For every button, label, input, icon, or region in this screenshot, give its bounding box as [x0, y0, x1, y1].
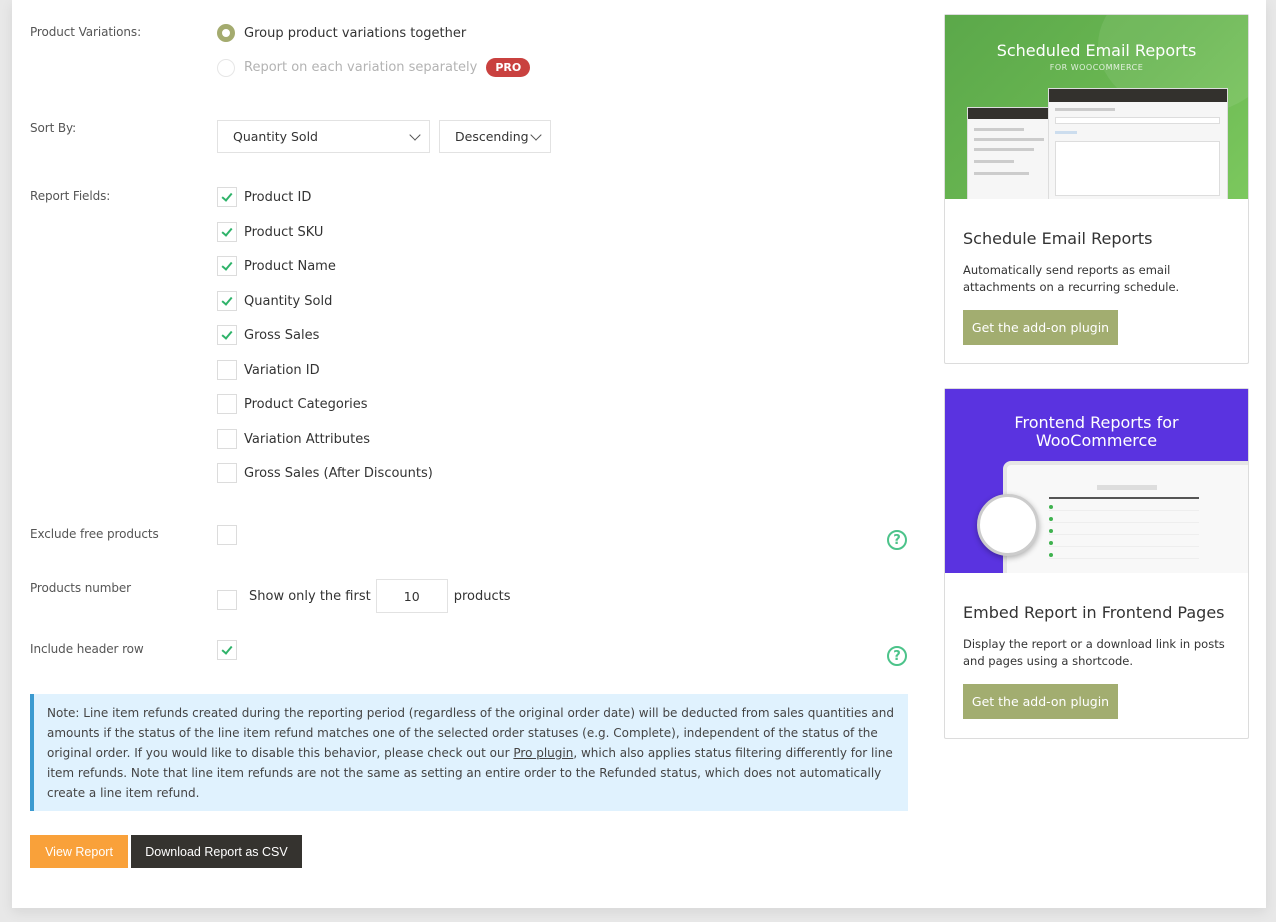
promo-image-title: Scheduled Email Reports	[996, 41, 1197, 60]
exclude-free-checkbox[interactable]	[217, 525, 237, 545]
card-description: Display the report or a download link in…	[963, 637, 1225, 668]
report-field-checkbox[interactable]	[217, 394, 237, 414]
report-field-checkbox[interactable]	[217, 256, 237, 276]
products-number-checkbox[interactable]	[217, 589, 237, 610]
products-number-label: Products number	[30, 581, 131, 595]
report-field-checkbox[interactable]	[217, 222, 237, 242]
report-field-row[interactable]: Variation ID	[217, 360, 320, 380]
sort-by-label: Sort By:	[30, 121, 77, 135]
report-field-checkbox[interactable]	[217, 360, 237, 380]
report-field-label: Gross Sales (After Discounts)	[244, 465, 433, 481]
sort-field-value: Quantity Sold	[233, 129, 318, 144]
promo-image-title: Frontend Reports for WooCommerce	[1014, 413, 1179, 450]
frontend-reports-promo-image: Frontend Reports for WooCommerce	[945, 389, 1248, 573]
report-field-row[interactable]: Gross Sales (After Discounts)	[217, 463, 433, 483]
help-icon[interactable]: ?	[887, 530, 907, 550]
header-row-row	[217, 640, 237, 660]
report-field-row[interactable]: Product ID	[217, 187, 311, 207]
exclude-free-row	[217, 525, 237, 545]
sort-order-select[interactable]: Descending	[439, 120, 551, 153]
addon-card-scheduled-email: Scheduled Email Reports FOR WOOCOMMERCE …	[944, 14, 1249, 364]
help-icon[interactable]: ?	[887, 646, 907, 666]
sort-field-select[interactable]: Quantity Sold	[217, 120, 430, 153]
radio-variation-separately: Report on each variation separately PRO	[217, 58, 531, 77]
report-field-label: Product ID	[244, 189, 312, 205]
refund-note: Note: Line item refunds created during t…	[30, 694, 908, 811]
product-variations-label: Product Variations:	[30, 25, 142, 39]
report-field-checkbox[interactable]	[217, 429, 237, 449]
report-field-row[interactable]: Quantity Sold	[217, 291, 332, 311]
header-row-label: Include header row	[30, 642, 144, 656]
report-field-label: Product Categories	[244, 396, 368, 412]
card-title: Schedule Email Reports	[963, 229, 1153, 248]
radio-disabled-icon	[217, 58, 235, 77]
report-field-label: Gross Sales	[244, 327, 320, 343]
exclude-free-label: Exclude free products	[30, 527, 159, 541]
addon-card-frontend-reports: Frontend Reports for WooCommerce Embed R…	[944, 388, 1249, 739]
report-field-row[interactable]: Gross Sales	[217, 325, 319, 345]
scheduled-email-promo-image: Scheduled Email Reports FOR WOOCOMMERCE	[945, 15, 1248, 199]
card-title: Embed Report in Frontend Pages	[963, 603, 1225, 622]
get-addon-button[interactable]: Get the add-on plugin	[963, 684, 1118, 719]
report-field-label: Product Name	[244, 258, 336, 274]
radio-label: Group product variations together	[244, 25, 467, 41]
pro-plugin-link[interactable]: Pro plugin	[513, 746, 573, 760]
promo-image-subtitle: FOR WOOCOMMERCE	[1049, 63, 1144, 72]
pro-badge: PRO	[486, 58, 531, 77]
products-number-row: Show only the first products	[217, 579, 511, 613]
report-field-row[interactable]: Variation Attributes	[217, 429, 370, 449]
radio-selected-icon[interactable]	[217, 24, 235, 42]
report-field-label: Product SKU	[244, 224, 324, 240]
view-report-button[interactable]: View Report	[30, 835, 128, 868]
report-field-row[interactable]: Product Name	[217, 256, 336, 276]
products-number-prefix: Show only the first	[249, 588, 371, 604]
products-number-suffix: products	[453, 588, 511, 604]
download-csv-button[interactable]: Download Report as CSV	[131, 835, 302, 868]
chevron-down-icon	[530, 129, 542, 141]
header-row-checkbox[interactable]	[217, 640, 237, 660]
report-field-checkbox[interactable]	[217, 187, 237, 207]
radio-label: Report on each variation separately	[244, 60, 478, 75]
get-addon-button[interactable]: Get the add-on plugin	[963, 310, 1118, 345]
radio-group-together[interactable]: Group product variations together	[217, 24, 466, 42]
report-field-checkbox[interactable]	[217, 291, 237, 311]
products-number-input[interactable]	[375, 579, 448, 613]
report-field-row[interactable]: Product SKU	[217, 222, 323, 242]
card-description: Automatically send reports as email atta…	[963, 263, 1180, 294]
report-field-row[interactable]: Product Categories	[217, 394, 368, 414]
sort-order-value: Descending	[455, 129, 529, 144]
chevron-down-icon	[409, 129, 421, 141]
report-field-label: Quantity Sold	[244, 293, 333, 309]
report-field-checkbox[interactable]	[217, 325, 237, 345]
report-field-label: Variation Attributes	[244, 431, 370, 447]
report-fields-label: Report Fields:	[30, 189, 111, 203]
report-field-label: Variation ID	[244, 362, 320, 378]
report-field-checkbox[interactable]	[217, 463, 237, 483]
